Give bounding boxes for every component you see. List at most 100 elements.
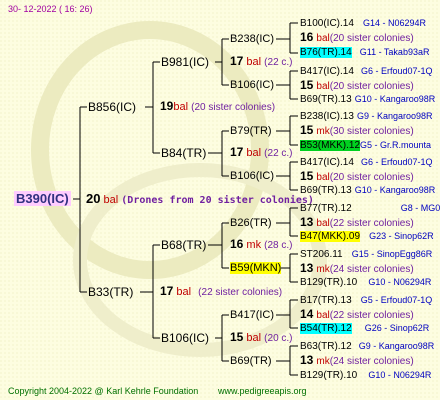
gen4-code: G5 - Erfoud07-1Q bbox=[360, 295, 433, 305]
gen4-unit: mk bbox=[316, 126, 330, 137]
gen3-node[interactable]: B26(TR) bbox=[230, 217, 272, 230]
gen4-id: B100(IC).14 bbox=[300, 18, 354, 29]
pedigree-page: 30- 12-2022 ( 16: 26) Copyright 2004-202… bbox=[0, 0, 440, 400]
gen4-unit: bal bbox=[316, 33, 330, 44]
gen4-id: B417(IC).14 bbox=[300, 66, 354, 77]
gen4-row[interactable]: B77(TR).12 G8 - MG00R bbox=[300, 202, 440, 215]
gen4-code: G14 - N06294R bbox=[362, 18, 427, 28]
gen4-row[interactable]: B417(IC).14 G6 - Erfoud07-1Q bbox=[300, 65, 433, 78]
gen4-row[interactable]: B63(TR).12 G9 - Kangaroo98R bbox=[300, 340, 434, 353]
gen4-count-row: 13 bal(22 sister colonies) bbox=[300, 216, 414, 230]
gen4-row[interactable]: B76(TR).14 G11 - Takab93aR bbox=[300, 46, 429, 59]
gen2-info: 16 mk (28 c.) bbox=[230, 238, 293, 252]
gen2-unit: bal bbox=[246, 147, 262, 159]
gen4-row[interactable]: B54(TR).12 G26 - Sinop62R bbox=[300, 322, 429, 335]
gen3-node[interactable]: B106(IC) bbox=[230, 170, 274, 183]
site-link[interactable]: www.pedigreeapis.org bbox=[218, 385, 307, 398]
gen3-node[interactable]: B59(MKN) bbox=[230, 262, 282, 275]
gen4-code: G9 - Kangaroo98R bbox=[356, 111, 433, 121]
gen4-row[interactable]: B417(IC).14 G6 - Erfoud07-1Q bbox=[300, 156, 433, 169]
gen4-row[interactable]: B238(IC).13 G9 - Kangaroo98R bbox=[300, 110, 433, 123]
gen4-id: B77(TR).12 bbox=[300, 203, 352, 214]
gen2-unit: mk bbox=[246, 239, 262, 251]
root-queen[interactable]: B390(IC) bbox=[14, 191, 71, 207]
gen4-id: B417(IC).14 bbox=[300, 157, 354, 168]
dam-info: 17 bal (22 sister colonies) bbox=[160, 285, 282, 299]
gen3-node[interactable]: B238(IC) bbox=[230, 33, 274, 46]
root-drone-info: 20 bal (Drones from 20 sister colonies) bbox=[86, 192, 314, 207]
gen4-id: ST206.11 bbox=[300, 249, 343, 260]
sire-note: (20 sister colonies) bbox=[191, 102, 276, 113]
gen4-count-row: 15 bal(20 sister colonies) bbox=[300, 170, 414, 184]
gen4-count: 15 bbox=[300, 169, 314, 183]
gen2-note: (20 c.) bbox=[264, 333, 293, 344]
sire-unit: bal bbox=[173, 101, 189, 113]
gen2-node[interactable]: B84(TR) bbox=[161, 145, 206, 161]
gen4-count: 15 bbox=[300, 123, 314, 137]
sire-count: 19 bbox=[160, 99, 174, 113]
gen4-id: B54(TR).12 bbox=[300, 323, 352, 334]
gen3-node[interactable]: B79(TR) bbox=[230, 125, 272, 138]
gen4-unit: mk bbox=[316, 356, 330, 367]
gen2-note: (28 c.) bbox=[264, 240, 293, 251]
gen4-code: G10 - Kangaroo98R bbox=[354, 94, 436, 104]
gen4-row[interactable]: B100(IC).14 G14 - N06294R bbox=[300, 17, 426, 30]
gen4-id: B238(IC).13 bbox=[300, 111, 354, 122]
sire-info: 19bal (20 sister colonies) bbox=[160, 100, 275, 114]
gen4-row[interactable]: B17(TR).13 G5 - Erfoud07-1Q bbox=[300, 294, 432, 307]
gen4-code: G6 - Erfoud07-1Q bbox=[360, 157, 433, 167]
gen4-count: 13 bbox=[300, 353, 314, 367]
gen4-id: B47(MKK).09 bbox=[300, 231, 361, 242]
gen4-unit: mk bbox=[316, 264, 330, 275]
gen2-note: (22 c.) bbox=[264, 57, 293, 68]
gen2-node[interactable]: B981(IC) bbox=[161, 54, 209, 70]
gen4-note: (30 sister colonies) bbox=[329, 126, 414, 137]
gen2-info: 17 bal (22 c.) bbox=[230, 146, 293, 160]
gen4-id: B69(TR).13 bbox=[300, 94, 352, 105]
gen2-info: 17 bal (22 c.) bbox=[230, 55, 293, 69]
gen4-code: G15 - SinopEgg86R bbox=[351, 249, 433, 259]
gen2-info: 15 bal (20 c.) bbox=[230, 331, 293, 345]
gen4-note: (22 sister colonies) bbox=[329, 310, 414, 321]
gen4-row[interactable]: B69(TR).13 G10 - Kangaroo98R bbox=[300, 93, 435, 106]
gen4-row[interactable]: B129(TR).10 G10 - N06294R bbox=[300, 369, 431, 382]
gen4-code: G26 - Sinop62R bbox=[364, 323, 430, 333]
gen3-node[interactable]: B417(IC) bbox=[230, 309, 274, 322]
gen4-code: G11 - Takab93aR bbox=[359, 47, 430, 57]
dam-node[interactable]: B33(TR) bbox=[88, 284, 133, 300]
root-unit: bal bbox=[103, 194, 119, 206]
root-count: 20 bbox=[86, 191, 101, 206]
gen4-count-row: 16 bal(20 sister colonies) bbox=[300, 31, 414, 45]
gen4-note: (24 sister colonies) bbox=[329, 356, 414, 367]
gen4-note: (20 sister colonies) bbox=[329, 172, 414, 183]
gen4-row[interactable]: ST206.11 G15 - SinopEgg86R bbox=[300, 248, 432, 261]
gen2-count: 17 bbox=[230, 145, 244, 159]
gen3-node[interactable]: B106(IC) bbox=[230, 79, 274, 92]
report-date: 30- 12-2022 ( 16: 26) bbox=[8, 4, 93, 14]
gen4-row[interactable]: B69(TR).13 G10 - Kangaroo98R bbox=[300, 184, 435, 197]
gen3-node-id: B59(MKN) bbox=[230, 262, 282, 274]
gen4-row[interactable]: B47(MKK).09 G23 - Sinop62R bbox=[300, 230, 434, 243]
gen4-code: G10 - N06294R bbox=[368, 370, 432, 380]
gen2-node[interactable]: B68(TR) bbox=[161, 237, 206, 253]
gen4-id: B129(TR).10 bbox=[300, 370, 358, 381]
gen4-count: 13 bbox=[300, 215, 314, 229]
gen2-count: 17 bbox=[230, 54, 244, 68]
gen2-node[interactable]: B106(IC) bbox=[161, 330, 209, 346]
gen4-id: B69(TR).13 bbox=[300, 185, 352, 196]
gen4-row[interactable]: B53(MKK).12G5 - Gr.R.mounta bbox=[300, 139, 431, 152]
gen4-count-row: 15 mk(30 sister colonies) bbox=[300, 124, 414, 138]
gen4-count: 13 bbox=[300, 261, 314, 275]
gen4-id: B129(TR).10 bbox=[300, 277, 358, 288]
gen4-count: 16 bbox=[300, 30, 314, 44]
gen2-unit: bal bbox=[246, 332, 262, 344]
gen3-node[interactable]: B69(TR) bbox=[230, 355, 272, 368]
gen4-code: G6 - Erfoud07-1Q bbox=[360, 66, 433, 76]
gen4-code: G10 - Kangaroo98R bbox=[354, 185, 436, 195]
sire-node[interactable]: B856(IC) bbox=[88, 99, 136, 115]
gen4-note: (20 sister colonies) bbox=[329, 81, 414, 92]
gen4-unit: bal bbox=[316, 218, 330, 229]
gen4-row[interactable]: B129(TR).10 G10 - N06294R bbox=[300, 276, 431, 289]
gen2-count: 15 bbox=[230, 330, 244, 344]
gen4-code: G8 - MG00R bbox=[400, 203, 440, 213]
